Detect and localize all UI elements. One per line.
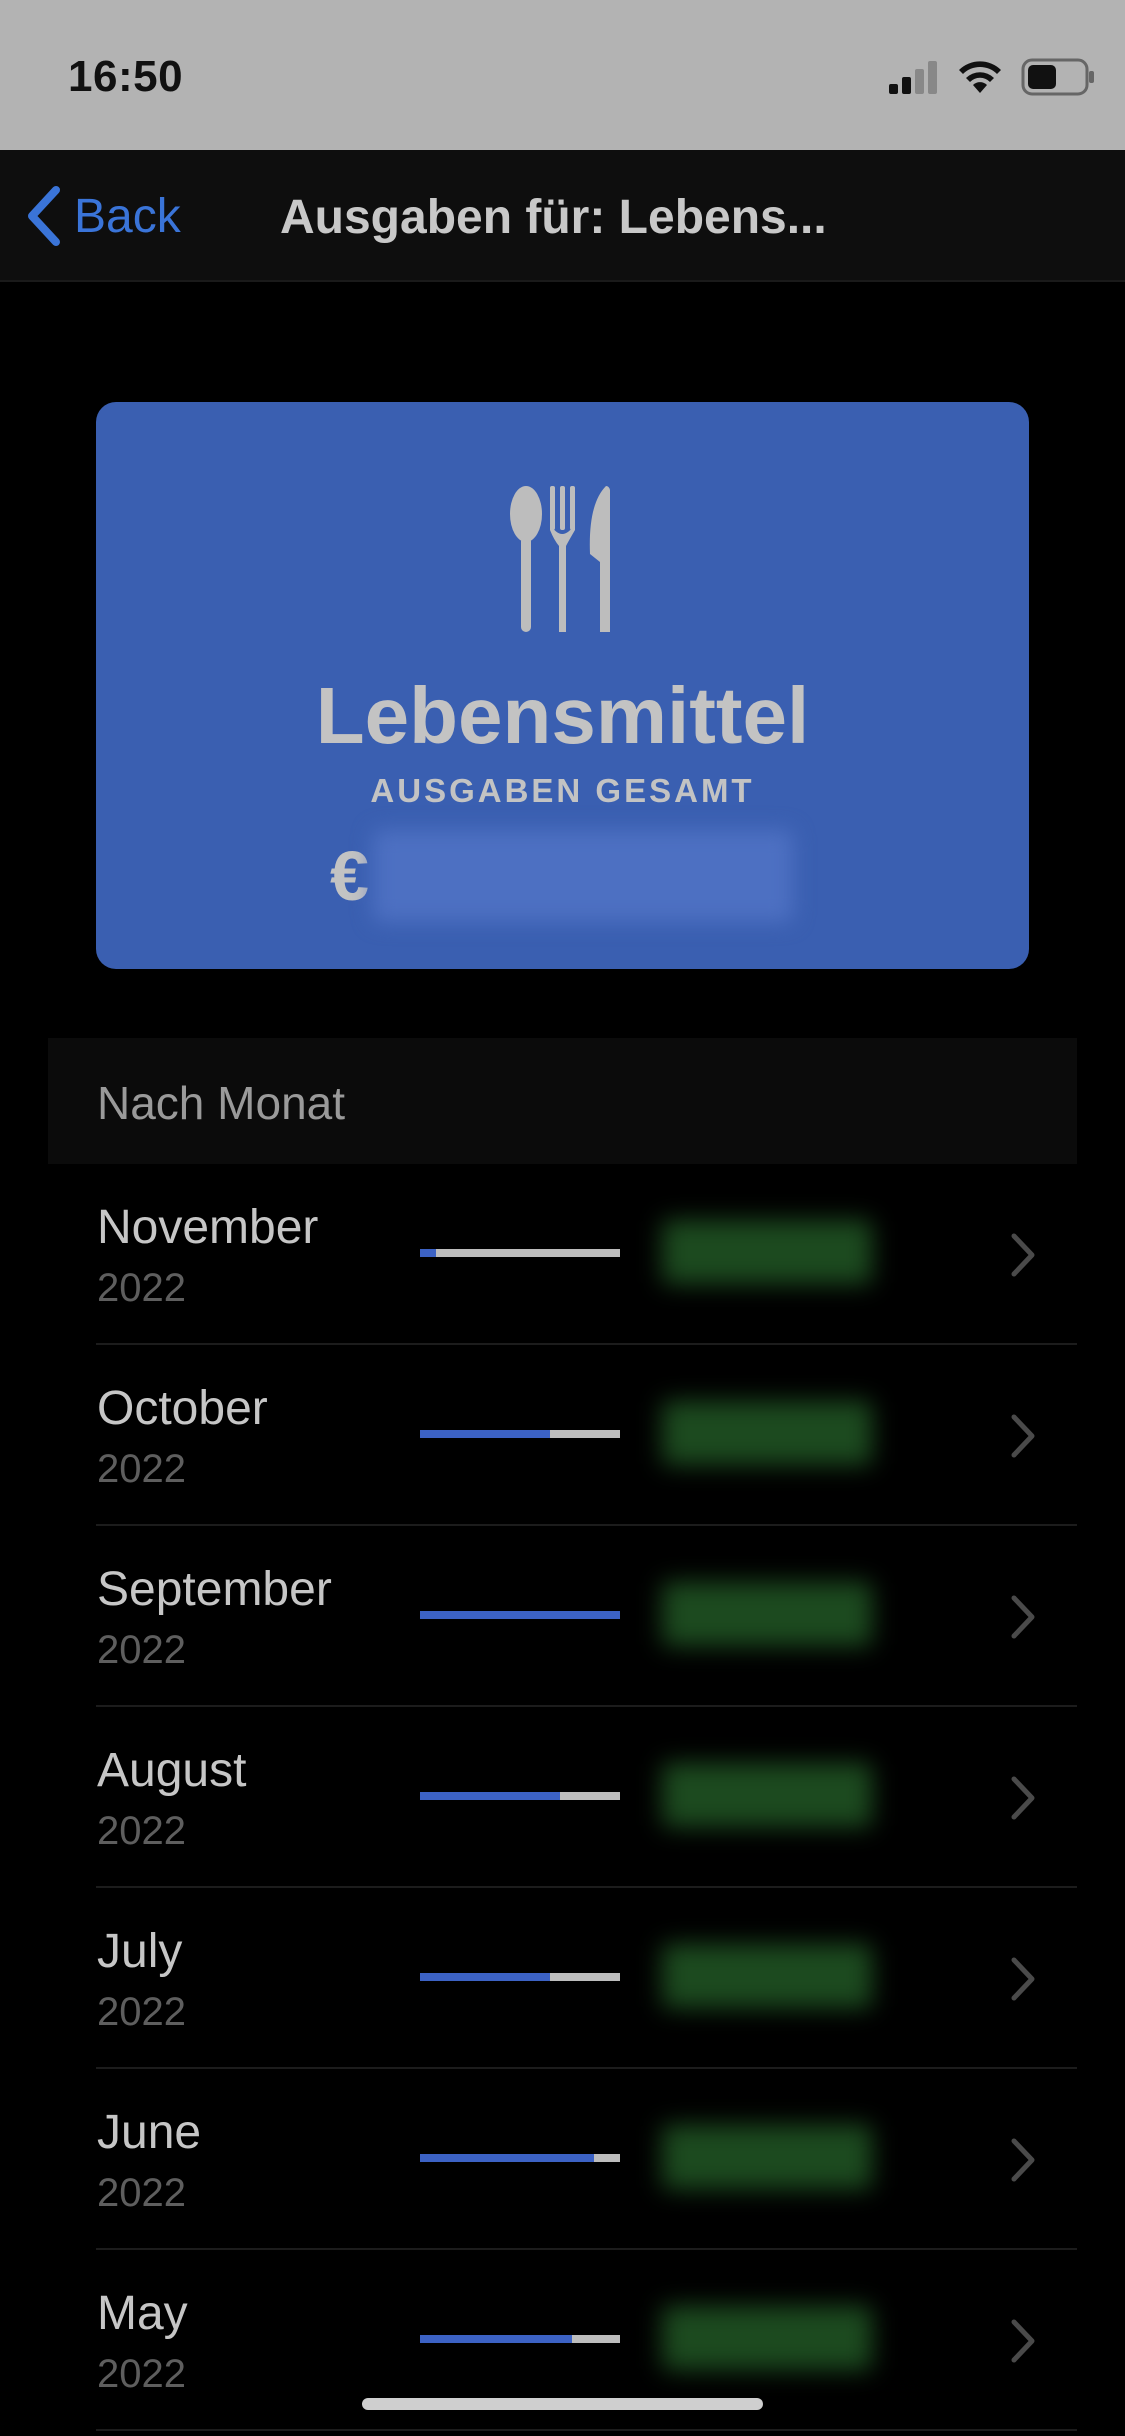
- chevron-right-icon: [1011, 1776, 1035, 1820]
- month-name: October: [97, 1382, 268, 1435]
- home-indicator[interactable]: [362, 2398, 763, 2410]
- total-amount: €: [330, 826, 793, 926]
- navigation-bar: Back Ausgaben für: Lebens...: [0, 150, 1125, 282]
- redacted-month-amount: [662, 1763, 872, 1827]
- spending-bar-fill: [420, 1792, 560, 1800]
- cellular-signal-icon: [889, 61, 937, 94]
- section-label: Nach Monat: [97, 1077, 346, 1129]
- month-row[interactable]: August 2022: [0, 1707, 1125, 1888]
- section-header: Nach Monat: [48, 1038, 1077, 1164]
- spending-bar: [420, 1249, 620, 1257]
- month-year: 2022: [97, 2171, 186, 2215]
- chevron-left-icon: [28, 186, 60, 246]
- month-year: 2022: [97, 1447, 186, 1491]
- spending-bar-fill: [420, 1430, 550, 1438]
- chevron-right-icon: [1011, 2138, 1035, 2182]
- month-name: May: [97, 2287, 188, 2340]
- month-row[interactable]: September 2022: [0, 1526, 1125, 1707]
- redacted-month-amount: [662, 2306, 872, 2370]
- month-name: August: [97, 1744, 247, 1797]
- page-title: Ausgaben für: Lebens...: [280, 191, 827, 244]
- status-icons: [887, 58, 1095, 96]
- month-row[interactable]: June 2022: [0, 2069, 1125, 2250]
- spending-bar-fill: [420, 1611, 620, 1619]
- spending-bar: [420, 1430, 620, 1438]
- back-label: Back: [74, 189, 181, 243]
- status-bar: 16:50: [0, 0, 1125, 150]
- chevron-right-icon: [1011, 2319, 1035, 2363]
- spending-bar: [420, 2154, 620, 2162]
- month-list: November 2022 October 2022 September 2022 Augu…: [0, 1164, 1125, 2431]
- month-row[interactable]: July 2022: [0, 1888, 1125, 2069]
- month-name: July: [97, 1925, 183, 1978]
- month-row[interactable]: October 2022: [0, 1345, 1125, 1526]
- chevron-right-icon: [1011, 1233, 1035, 1277]
- redacted-month-amount: [662, 2125, 872, 2189]
- month-year: 2022: [97, 2352, 186, 2396]
- chevron-right-icon: [1011, 1957, 1035, 2001]
- spending-bar: [420, 1792, 620, 1800]
- spending-bar: [420, 1973, 620, 1981]
- month-name: September: [97, 1563, 332, 1616]
- redacted-month-amount: [662, 1220, 872, 1284]
- currency-symbol: €: [330, 837, 369, 915]
- spending-bar-fill: [420, 2154, 594, 2162]
- cutlery-icon: [510, 486, 610, 632]
- chevron-right-icon: [1011, 1595, 1035, 1639]
- category-summary-card: Lebensmittel AUSGABEN GESAMT €: [96, 402, 1029, 969]
- month-year: 2022: [97, 1266, 186, 1310]
- category-subtitle: AUSGABEN GESAMT: [370, 772, 755, 809]
- month-year: 2022: [97, 1990, 186, 2034]
- spending-bar-fill: [420, 1249, 436, 1257]
- redacted-month-amount: [662, 1582, 872, 1646]
- chevron-right-icon: [1011, 1414, 1035, 1458]
- month-name: November: [97, 1201, 319, 1254]
- month-name: June: [97, 2106, 202, 2159]
- spending-bar: [420, 2335, 620, 2343]
- spending-bar-fill: [420, 1973, 550, 1981]
- redacted-amount: [372, 830, 793, 922]
- spending-bar-fill: [420, 2335, 572, 2343]
- back-button[interactable]: Back: [24, 180, 181, 252]
- battery-icon: [1021, 58, 1094, 96]
- month-row[interactable]: November 2022: [0, 1164, 1125, 1345]
- spending-bar: [420, 1611, 620, 1619]
- category-title: Lebensmittel: [315, 671, 810, 760]
- redacted-month-amount: [662, 1401, 872, 1465]
- month-year: 2022: [97, 1809, 186, 1853]
- wifi-icon: [959, 61, 1001, 93]
- status-time: 16:50: [68, 52, 184, 101]
- month-year: 2022: [97, 1628, 186, 1672]
- redacted-month-amount: [662, 1944, 872, 2008]
